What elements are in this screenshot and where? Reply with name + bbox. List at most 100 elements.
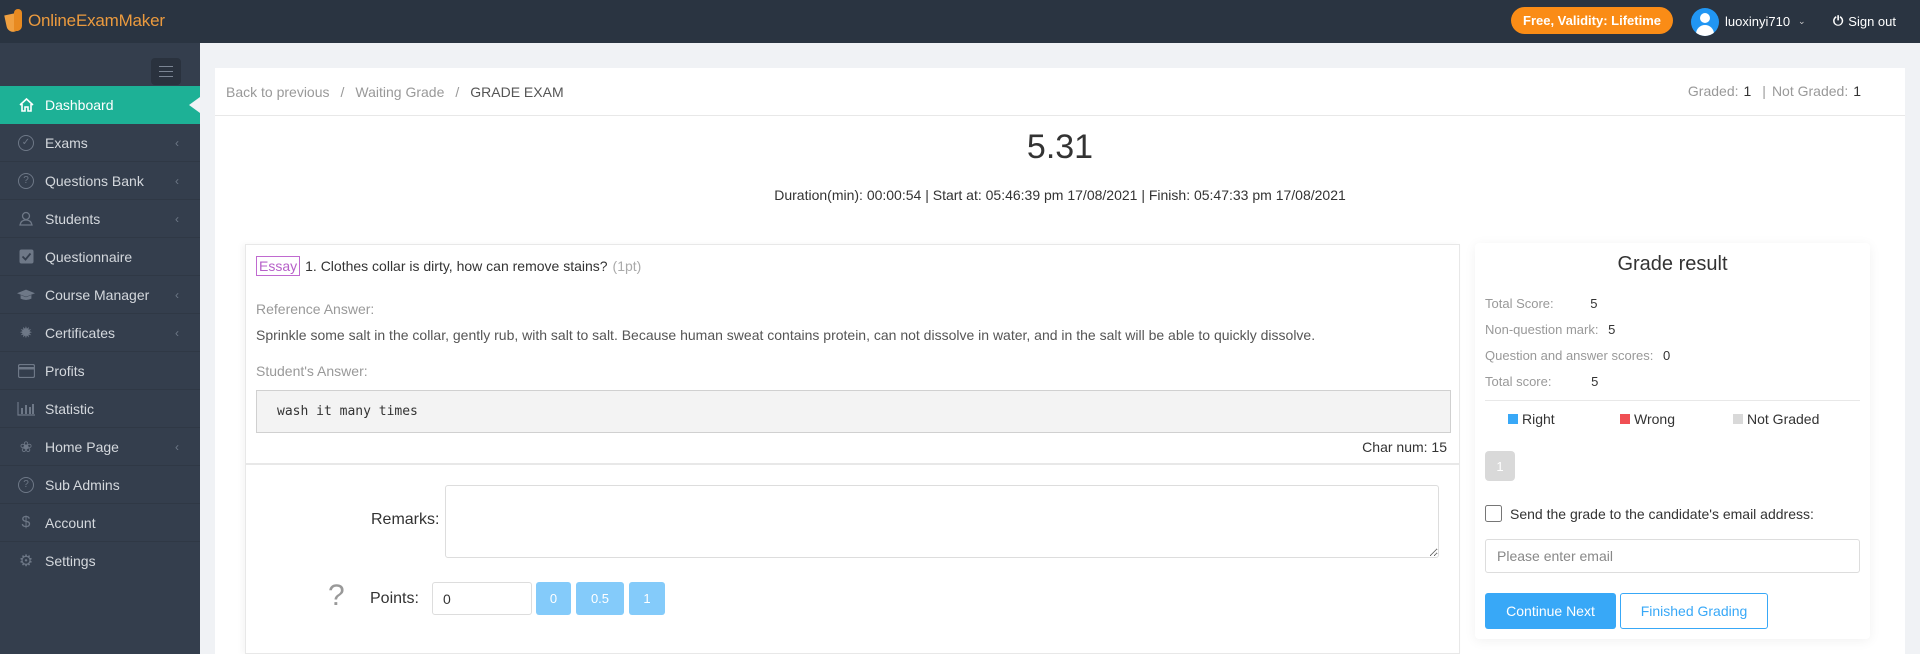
row-label: Total score: [1485,374,1552,389]
sidebar-menu: Dashboard ✓ Exams ‹ ? Questions Bank ‹ S… [0,86,200,580]
send-email-option[interactable]: Send the grade to the candidate's email … [1485,505,1814,522]
dollar-icon: $ [21,513,31,531]
legend-right: Right [1508,411,1555,427]
sidebar-item-label: Profits [45,362,85,379]
send-email-checkbox[interactable] [1485,505,1502,522]
breadcrumb-back[interactable]: Back to previous [226,84,330,100]
email-input[interactable] [1485,539,1860,573]
chevron-down-icon: ⌄ [1798,16,1806,26]
sidebar-item-label: Sub Admins [45,476,120,493]
sidebar-item-exams[interactable]: ✓ Exams ‹ [0,124,200,162]
graded-label: Graded [1687,83,1735,99]
row-label: Non-question mark: [1485,322,1599,337]
gear-icon: ⚙ [18,553,34,570]
row-value: 5 [1590,296,1598,311]
question-points: (1pt) [612,258,642,274]
quick-points-1-button[interactable]: 1 [629,582,665,615]
graded-count: 1 [1743,83,1752,99]
power-icon: ⏻ [1833,13,1844,28]
not-graded-label: Not Graded [1771,83,1845,99]
question-nav-button[interactable]: 1 [1485,451,1515,481]
total-score-final-row: Total score: 5 [1485,374,1598,389]
legend-label: Right [1522,411,1555,427]
sidebar: Dashboard ✓ Exams ‹ ? Questions Bank ‹ S… [0,43,200,654]
row-label: Question and answer scores: [1485,348,1654,363]
sidebar-item-profits[interactable]: Profits [0,352,200,390]
plan-badge[interactable]: Free, Validity: Lifetime [1511,7,1673,34]
sidebar-item-settings[interactable]: ⚙ Settings [0,542,200,580]
graduation-cap-icon [17,286,35,304]
remarks-input[interactable] [445,485,1439,558]
sidebar-item-questions-bank[interactable]: ? Questions Bank ‹ [0,162,200,200]
sidebar-item-statistic[interactable]: Statistic [0,390,200,428]
question-circle-icon: ? [17,476,35,494]
legend-label: Not Graded [1747,411,1820,427]
sidebar-item-home-page[interactable]: ❀ Home Page ‹ [0,428,200,466]
grading-status: Graded: 1 | Not Graded: 1 [1687,83,1861,99]
legend-label: Wrong [1634,411,1675,427]
row-label: Total Score: [1485,296,1554,311]
exam-title: 5.31 [1026,128,1094,166]
top-bar: OnlineExamMaker Free, Validity: Lifetime… [0,0,1920,43]
question-content: Essay 1. Clothes collar is dirty, how ca… [246,245,1459,465]
question-text: 1. Clothes collar is dirty, how can remo… [305,258,608,274]
sidebar-item-sub-admins[interactable]: ? Sub Admins [0,466,200,504]
legend-swatch-wrong [1620,414,1630,424]
breadcrumb-separator: / [340,83,345,100]
points-input[interactable] [432,582,532,615]
sidebar-item-certificates[interactable]: ✹ Certificates ‹ [0,314,200,352]
legend-swatch-right [1508,414,1518,424]
grade-result-panel: Grade result Total Score: 5 Non-question… [1475,243,1870,639]
student-answer: wash it many times [256,390,1451,433]
sidebar-toggle-button[interactable] [151,58,181,85]
logo-text: OnlineExamMaker [28,11,165,30]
quick-points-half-button[interactable]: 0.5 [576,582,624,615]
finished-grading-button[interactable]: Finished Grading [1620,593,1768,629]
sidebar-item-account[interactable]: $ Account [0,504,200,542]
question-header: Essay 1. Clothes collar is dirty, how ca… [256,256,641,276]
help-icon[interactable]: ? [328,579,345,613]
user-menu[interactable]: luoxinyi710 ⌄ [1691,7,1806,36]
not-graded-count: 1 [1853,83,1861,99]
legend-swatch-not-graded [1733,414,1743,424]
legend-not-graded: Not Graded [1733,411,1819,427]
bar-chart-icon [17,400,35,418]
home-icon [17,96,35,114]
chevron-left-icon: ‹ [175,287,179,302]
sidebar-item-label: Account [45,514,96,531]
chevron-left-icon: ‹ [175,211,179,226]
reference-answer-label: Reference Answer: [256,301,375,317]
check-circle-icon: ✓ [17,134,35,152]
sidebar-item-students[interactable]: Students ‹ [0,200,200,238]
sidebar-item-label: Students [45,210,101,227]
row-value: 5 [1591,374,1599,389]
breadcrumb: Back to previous / Waiting Grade / GRADE… [215,68,1905,116]
breadcrumb-separator: / [455,83,460,100]
sign-out-button[interactable]: ⏻ Sign out [1833,13,1896,29]
sidebar-item-questionnaire[interactable]: Questionnaire [0,238,200,276]
sidebar-item-label: Settings [45,553,96,569]
checkbox-icon [17,248,35,266]
reference-answer: Sprinkle some salt in the collar, gently… [256,327,1316,343]
question-card: Essay 1. Clothes collar is dirty, how ca… [245,244,1460,654]
quick-points-0-button[interactable]: 0 [536,582,571,615]
char-count: Char num: 15 [1362,439,1447,455]
sidebar-item-label: Dashboard [45,97,114,113]
username: luoxinyi710 [1725,14,1791,29]
continue-next-button[interactable]: Continue Next [1485,593,1616,629]
logo[interactable]: OnlineExamMaker [4,7,165,35]
sidebar-item-dashboard[interactable]: Dashboard [0,86,200,124]
sidebar-item-course-manager[interactable]: Course Manager ‹ [0,276,200,314]
question-circle-icon: ? [17,172,35,190]
sidebar-item-label: Home Page [45,438,119,455]
breadcrumb-waiting-grade[interactable]: Waiting Grade [355,84,444,100]
total-score-row: Total Score: 5 [1485,296,1598,311]
plant-icon: ❀ [19,438,33,456]
row-value: 5 [1608,322,1616,337]
avatar [1691,7,1719,36]
question-type-tag: Essay [256,256,301,276]
chevron-left-icon: ‹ [175,439,179,454]
exam-info: Duration(min): 00:00:54 | Start at: 05:4… [774,187,1346,203]
remarks-label: Remarks: [371,511,440,528]
chevron-left-icon: ‹ [175,325,179,340]
